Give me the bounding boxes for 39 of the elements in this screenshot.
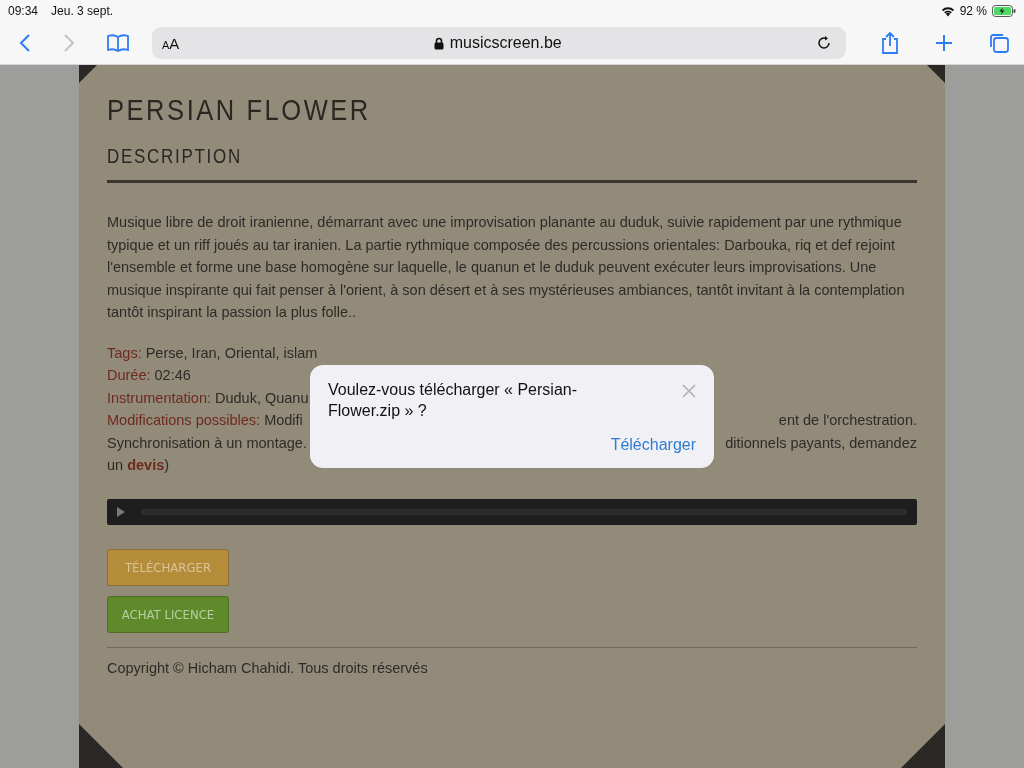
battery-charging-icon xyxy=(992,5,1016,17)
address-bar[interactable]: AA musicscreen.be xyxy=(152,27,846,59)
back-icon[interactable] xyxy=(18,33,32,53)
status-date: Jeu. 3 sept. xyxy=(51,4,114,18)
detail-text: Durée: 02:46 xyxy=(107,366,191,385)
detail-text: ) xyxy=(164,456,170,475)
corner-ornament-icon xyxy=(79,724,123,768)
book-icon[interactable] xyxy=(106,34,130,52)
section-heading: DESCRIPTION xyxy=(107,145,243,168)
audio-player[interactable] xyxy=(107,498,917,525)
dialog-message: Voulez-vous télécharger « Persian-Flower.zip » ? xyxy=(328,380,579,421)
copyright-text: Copyright © Hicham Chahidi. Tous droits réservés xyxy=(107,659,429,676)
close-icon[interactable] xyxy=(682,384,696,398)
description-paragraph: Musique libre de droit iranienne, démarrant avec une improvisation planante au duduk, suivie rapidement par une rythmique typique et un riff joués au tar iranien. La partie rythmique composée des percussions orientales: Darbouka, riq et def rejoint l'ensemble et forme une base homogène sur laquelle, le quanun et le duduk peuvent exécuter leurs improvisations. Une musique inspirante qui fait penser à l'orient, à son désert et à ses mystérieuses ambiances, tantôt invitant à la contemplation tantôt inspirant la passion la plus folle.. xyxy=(107,213,906,322)
download-link[interactable]: Télécharger xyxy=(610,436,696,454)
play-icon[interactable] xyxy=(117,506,125,517)
detail-text: Tags: Perse, Iran, Oriental, islam xyxy=(107,343,318,363)
detail-text: Instrumentation: Duduk, Quanu xyxy=(107,388,309,408)
url-text: musicscreen.be xyxy=(449,34,562,52)
share-icon[interactable] xyxy=(880,31,900,55)
detail-text: un xyxy=(107,456,124,475)
detail-text: Synchronisation à un montage. xyxy=(107,433,307,453)
lock-icon xyxy=(433,36,444,50)
wifi-icon xyxy=(940,5,955,17)
quote-link[interactable]: devis xyxy=(127,454,165,477)
corner-ornament-icon xyxy=(927,65,945,83)
song-title: PERSIAN FLOWER xyxy=(107,93,372,128)
corner-ornament-icon xyxy=(79,65,97,83)
corner-ornament-icon xyxy=(901,724,945,768)
reload-icon[interactable] xyxy=(816,35,832,51)
license-button[interactable]: ACHAT LICENCE xyxy=(107,595,229,633)
detail-text: ditionnels payants, demandez xyxy=(725,433,917,453)
detail-text: Modifications possibles: Modifi xyxy=(107,411,303,430)
tabs-icon[interactable] xyxy=(988,32,1010,54)
detail-text: ent de l'orchestration. xyxy=(778,411,917,430)
battery-percent: 92 % xyxy=(959,4,987,18)
status-time: 09:34 xyxy=(8,4,39,18)
new-tab-icon[interactable] xyxy=(934,33,954,53)
text-size-button[interactable]: AA xyxy=(162,34,180,52)
